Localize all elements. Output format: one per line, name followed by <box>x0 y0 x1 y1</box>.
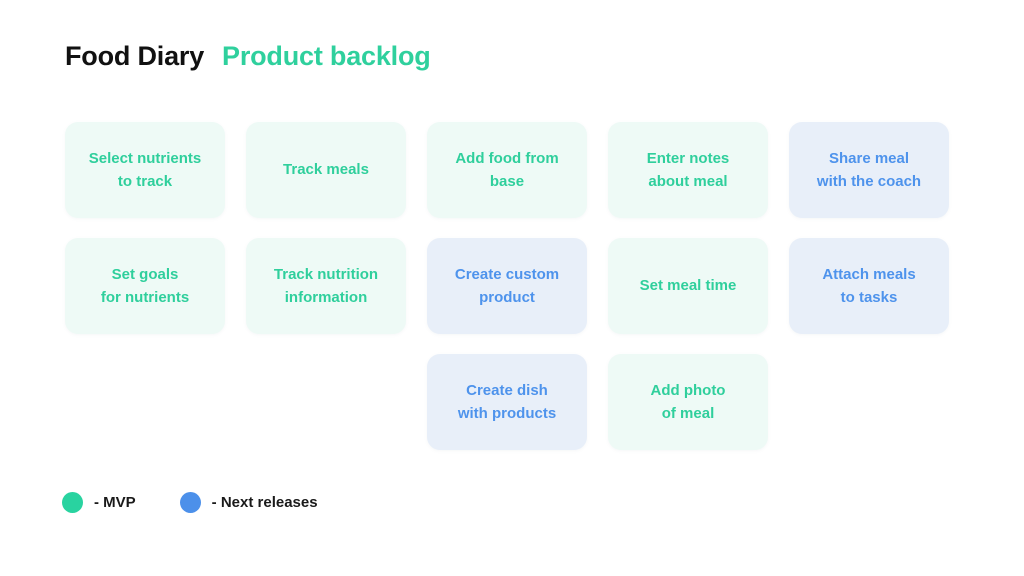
backlog-board-page: Food Diary Product backlog Select nutrie… <box>0 0 1024 576</box>
backlog-card-label: Enter notes about meal <box>646 149 730 190</box>
backlog-card-label: Add food from base <box>455 149 559 190</box>
page-title: Food Diary Product backlog <box>65 41 431 72</box>
backlog-card[interactable]: Share meal with the coach <box>789 122 949 218</box>
backlog-card[interactable]: Set goals for nutrients <box>65 238 225 334</box>
legend: - MVP - Next releases <box>62 492 318 513</box>
backlog-card-grid: Select nutrients to track Track meals Add … <box>65 122 953 450</box>
backlog-card-label: Create dish with products <box>457 381 557 422</box>
backlog-card-label: Add photo of meal <box>650 381 726 422</box>
backlog-card[interactable]: Select nutrients to track <box>65 122 225 218</box>
legend-item-next: - Next releases <box>179 492 318 513</box>
backlog-card[interactable]: Add photo of meal <box>608 354 768 450</box>
backlog-card-label: Track nutrition information <box>273 265 379 306</box>
board-subtitle: Product backlog <box>222 41 431 71</box>
mvp-dot-icon <box>62 492 83 513</box>
backlog-card[interactable]: Enter notes about meal <box>608 122 768 218</box>
legend-label: - Next releases <box>211 494 318 511</box>
backlog-card[interactable]: Track nutrition information <box>246 238 406 334</box>
product-name: Food Diary <box>65 41 205 71</box>
backlog-card-label: Select nutrients to track <box>88 149 202 190</box>
backlog-card-label: Set goals for nutrients <box>100 265 190 306</box>
backlog-card[interactable]: Create dish with products <box>427 354 587 450</box>
backlog-card[interactable]: Set meal time <box>608 238 768 334</box>
backlog-card-label: Create custom product <box>454 265 560 306</box>
backlog-card[interactable]: Add food from base <box>427 122 587 218</box>
legend-label: - MVP <box>94 494 136 511</box>
backlog-card-label: Share meal with the coach <box>816 149 922 190</box>
backlog-card-label: Attach meals to tasks <box>822 265 916 306</box>
backlog-card-label: Set meal time <box>639 277 737 295</box>
backlog-card[interactable]: Track meals <box>246 122 406 218</box>
backlog-card[interactable]: Create custom product <box>427 238 587 334</box>
legend-item-mvp: - MVP <box>62 492 136 513</box>
backlog-card[interactable]: Attach meals to tasks <box>789 238 949 334</box>
next-releases-dot-icon <box>179 492 201 513</box>
backlog-card-label: Track meals <box>283 161 369 179</box>
